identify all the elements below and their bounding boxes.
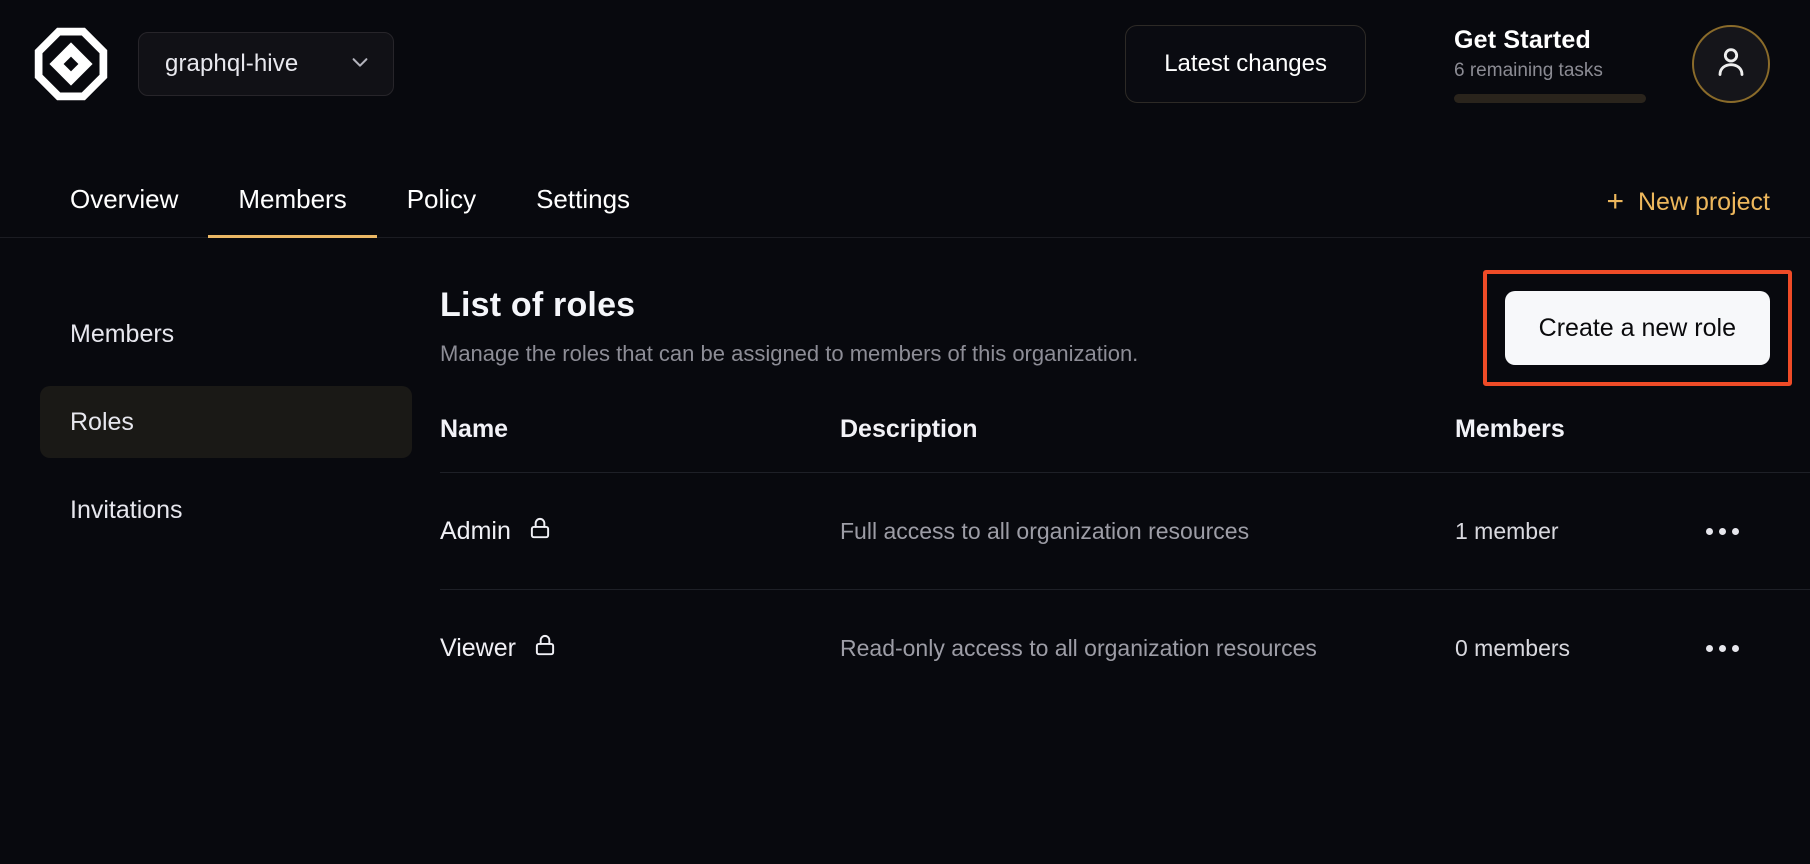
ellipsis-horizontal-icon[interactable] bbox=[1695, 509, 1749, 553]
get-started-widget[interactable]: Get Started 6 remaining tasks bbox=[1454, 26, 1654, 103]
header-right-group: Latest changes Get Started 6 remaining t… bbox=[1125, 25, 1770, 103]
column-header-name: Name bbox=[440, 415, 840, 473]
cell-role-actions bbox=[1695, 473, 1810, 590]
sidebar-item-roles[interactable]: Roles bbox=[40, 386, 412, 458]
plus-icon: + bbox=[1606, 187, 1624, 217]
get-started-subtitle: 6 remaining tasks bbox=[1454, 60, 1654, 82]
top-header: graphql-hive Latest changes Get Started … bbox=[0, 0, 1810, 128]
page-body: Members Roles Invitations List of roles … bbox=[0, 238, 1810, 706]
cell-role-description: Full access to all organization resource… bbox=[840, 473, 1455, 590]
create-role-highlight-box: Create a new role bbox=[1483, 270, 1792, 386]
sidebar-item-members[interactable]: Members bbox=[40, 298, 412, 370]
tab-list: Overview Members Policy Settings bbox=[40, 184, 660, 237]
new-project-button[interactable]: + New project bbox=[1606, 187, 1770, 237]
cell-role-actions bbox=[1695, 590, 1810, 707]
role-name-label: Admin bbox=[440, 517, 511, 546]
role-name-group: Viewer bbox=[440, 632, 840, 665]
org-tab-bar: Overview Members Policy Settings + New p… bbox=[0, 128, 1810, 238]
cell-role-name: Admin bbox=[440, 473, 840, 590]
column-header-members: Members bbox=[1455, 415, 1695, 473]
lock-icon bbox=[527, 515, 553, 548]
members-sidebar: Members Roles Invitations bbox=[40, 286, 412, 706]
user-avatar-icon bbox=[1711, 42, 1751, 87]
tab-overview[interactable]: Overview bbox=[40, 184, 208, 237]
column-header-description: Description bbox=[840, 415, 1455, 473]
role-name-group: Admin bbox=[440, 515, 840, 548]
role-name-label: Viewer bbox=[440, 634, 516, 663]
cell-role-members: 0 members bbox=[1455, 590, 1695, 707]
ellipsis-horizontal-icon[interactable] bbox=[1695, 626, 1749, 670]
cell-role-name: Viewer bbox=[440, 590, 840, 707]
tab-settings[interactable]: Settings bbox=[506, 184, 660, 237]
avatar[interactable] bbox=[1692, 25, 1770, 103]
cell-role-members: 1 member bbox=[1455, 473, 1695, 590]
table-row: Admin Full access to all organization re… bbox=[440, 473, 1810, 590]
chevron-down-icon bbox=[349, 51, 371, 78]
hive-diamond-logo-icon[interactable] bbox=[34, 27, 108, 101]
roles-table: Name Description Members Admin bbox=[440, 415, 1810, 706]
app-root: graphql-hive Latest changes Get Started … bbox=[0, 0, 1810, 864]
sidebar-item-invitations[interactable]: Invitations bbox=[40, 474, 412, 546]
cell-role-description: Read-only access to all organization res… bbox=[840, 590, 1455, 707]
org-switcher-label: graphql-hive bbox=[165, 50, 298, 78]
roles-table-head: Name Description Members bbox=[440, 415, 1810, 473]
tab-policy[interactable]: Policy bbox=[377, 184, 506, 237]
get-started-progress-bar bbox=[1454, 94, 1646, 103]
tab-members[interactable]: Members bbox=[208, 184, 376, 237]
latest-changes-button[interactable]: Latest changes bbox=[1125, 25, 1366, 103]
lock-icon bbox=[532, 632, 558, 665]
get-started-title: Get Started bbox=[1454, 26, 1654, 55]
roles-content: List of roles Manage the roles that can … bbox=[412, 286, 1770, 706]
create-a-new-role-button[interactable]: Create a new role bbox=[1505, 291, 1770, 365]
new-project-label: New project bbox=[1638, 188, 1770, 217]
org-switcher[interactable]: graphql-hive bbox=[138, 32, 394, 96]
roles-table-body: Admin Full access to all organization re… bbox=[440, 473, 1810, 707]
table-header-row: Name Description Members bbox=[440, 415, 1810, 473]
table-row: Viewer Read-only access to all organizat… bbox=[440, 590, 1810, 707]
column-header-actions bbox=[1695, 415, 1810, 473]
